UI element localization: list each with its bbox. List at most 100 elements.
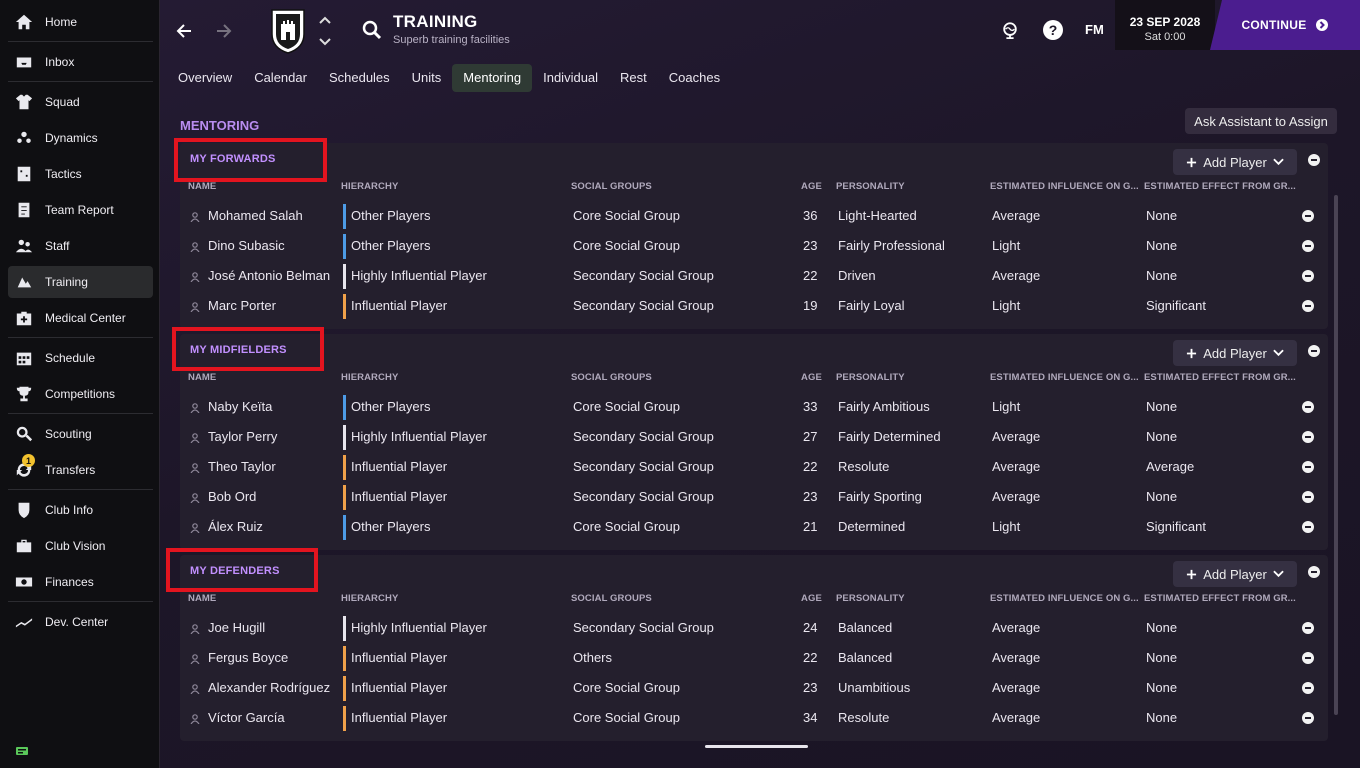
cell-name[interactable]: Bob Ord xyxy=(208,489,256,504)
sidebar-item-dev-center[interactable]: Dev. Center xyxy=(8,606,153,638)
table-row[interactable]: Alexander Rodríguez Influential Player Cor… xyxy=(180,673,1328,703)
sidebar-item-competitions[interactable]: Competitions xyxy=(8,378,153,410)
world-button[interactable] xyxy=(998,18,1022,42)
sidebar-item-inbox[interactable]: Inbox xyxy=(8,46,153,78)
table-row[interactable]: Taylor Perry Highly Influential Player Sec… xyxy=(180,422,1328,452)
tab-rest[interactable]: Rest xyxy=(609,64,658,92)
remove-player-icon[interactable] xyxy=(1302,461,1314,473)
cell-name[interactable]: Mohamed Salah xyxy=(208,208,303,223)
remove-player-icon[interactable] xyxy=(1302,401,1314,413)
table-row[interactable]: Víctor García Influential Player Core Soci… xyxy=(180,703,1328,733)
column-header-social[interactable]: SOCIAL GROUPS xyxy=(571,593,652,604)
column-header-hierarchy[interactable]: HIERARCHY xyxy=(341,372,398,383)
table-row[interactable]: Naby Keïta Other Players Core Social Group… xyxy=(180,392,1328,422)
tab-overview[interactable]: Overview xyxy=(178,64,243,92)
table-row[interactable]: Bob Ord Influential Player Secondary Socia… xyxy=(180,482,1328,512)
sidebar-item-training[interactable]: Training xyxy=(8,266,153,298)
cell-name[interactable]: José Antonio Belman xyxy=(208,268,330,283)
table-row[interactable]: Joe Hugill Highly Influential Player Secon… xyxy=(180,613,1328,643)
remove-player-icon[interactable] xyxy=(1302,240,1314,252)
ask-assistant-button[interactable]: Ask Assistant to Assign xyxy=(1185,108,1337,134)
remove-player-icon[interactable] xyxy=(1302,682,1314,694)
remove-player-icon[interactable] xyxy=(1302,622,1314,634)
sidebar-item-medical-center[interactable]: Medical Center xyxy=(8,302,153,334)
sidebar-item-schedule[interactable]: Schedule xyxy=(8,342,153,374)
add-player-button[interactable]: Add Player xyxy=(1173,340,1297,366)
column-header-influence[interactable]: ESTIMATED INFLUENCE ON G... xyxy=(990,372,1139,383)
table-row[interactable]: Dino Subasic Other Players Core Social Gro… xyxy=(180,231,1328,261)
remove-player-icon[interactable] xyxy=(1302,300,1314,312)
cell-name[interactable]: Naby Keïta xyxy=(208,399,272,414)
table-row[interactable]: Marc Porter Influential Player Secondary S… xyxy=(180,291,1328,321)
sidebar-item-tactics[interactable]: Tactics xyxy=(8,158,153,190)
column-header-personality[interactable]: PERSONALITY xyxy=(836,593,905,604)
collapse-group-icon[interactable] xyxy=(1308,566,1320,578)
sidebar-item-transfers[interactable]: 1 Transfers xyxy=(8,454,153,486)
remove-player-icon[interactable] xyxy=(1302,431,1314,443)
remove-player-icon[interactable] xyxy=(1302,491,1314,503)
column-header-influence[interactable]: ESTIMATED INFLUENCE ON G... xyxy=(990,181,1139,192)
column-header-hierarchy[interactable]: HIERARCHY xyxy=(341,593,398,604)
tab-coaches[interactable]: Coaches xyxy=(658,64,731,92)
back-button[interactable] xyxy=(171,18,197,44)
cell-name[interactable]: Marc Porter xyxy=(208,298,276,313)
sidebar-item-home[interactable]: Home xyxy=(8,6,153,38)
column-header-social[interactable]: SOCIAL GROUPS xyxy=(571,181,652,192)
column-header-social[interactable]: SOCIAL GROUPS xyxy=(571,372,652,383)
sidebar-item-club-vision[interactable]: Club Vision xyxy=(8,530,153,562)
table-row[interactable]: Mohamed Salah Other Players Core Social Gr… xyxy=(180,201,1328,231)
column-header-effect[interactable]: ESTIMATED EFFECT FROM GR... xyxy=(1144,372,1296,383)
cell-name[interactable]: Fergus Boyce xyxy=(208,650,288,665)
help-button[interactable]: ? xyxy=(1041,18,1065,42)
remove-player-icon[interactable] xyxy=(1302,210,1314,222)
collapse-group-icon[interactable] xyxy=(1308,154,1320,166)
sidebar-item-scouting[interactable]: Scouting xyxy=(8,418,153,450)
add-player-button[interactable]: Add Player xyxy=(1173,149,1297,175)
column-header-effect[interactable]: ESTIMATED EFFECT FROM GR... xyxy=(1144,593,1296,604)
sidebar-item-squad[interactable]: Squad xyxy=(8,86,153,118)
collapse-group-icon[interactable] xyxy=(1308,345,1320,357)
cell-name[interactable]: Dino Subasic xyxy=(208,238,285,253)
sidebar-item-club-info[interactable]: Club Info xyxy=(8,494,153,526)
cell-name[interactable]: Víctor García xyxy=(208,710,285,725)
table-row[interactable]: José Antonio Belman Highly Influential Pl… xyxy=(180,261,1328,291)
tab-individual[interactable]: Individual xyxy=(532,64,609,92)
sidebar-item-team-report[interactable]: Team Report xyxy=(8,194,153,226)
sidebar-item-finances[interactable]: Finances xyxy=(8,566,153,598)
continue-button[interactable]: CONTINUE xyxy=(1210,0,1360,50)
sidebar-item-staff[interactable]: Staff xyxy=(8,230,153,262)
table-row[interactable]: Theo Taylor Influential Player Secondary S… xyxy=(180,452,1328,482)
scroll-indicator[interactable] xyxy=(705,745,808,748)
tab-calendar[interactable]: Calendar xyxy=(243,64,318,92)
column-header-name[interactable]: NAME xyxy=(188,593,216,604)
table-row[interactable]: Álex Ruiz Other Players Core Social Group 2… xyxy=(180,512,1328,542)
column-header-name[interactable]: NAME xyxy=(188,372,216,383)
column-header-age[interactable]: AGE xyxy=(801,372,822,383)
remove-player-icon[interactable] xyxy=(1302,521,1314,533)
column-header-influence[interactable]: ESTIMATED INFLUENCE ON G... xyxy=(990,593,1139,604)
column-header-age[interactable]: AGE xyxy=(801,593,822,604)
fm-menu-button[interactable]: FM xyxy=(1085,22,1104,37)
scrollbar[interactable] xyxy=(1334,195,1338,715)
cell-name[interactable]: Theo Taylor xyxy=(208,459,276,474)
cell-name[interactable]: Álex Ruiz xyxy=(208,519,263,534)
column-header-age[interactable]: AGE xyxy=(801,181,822,192)
column-header-personality[interactable]: PERSONALITY xyxy=(836,372,905,383)
add-player-button[interactable]: Add Player xyxy=(1173,561,1297,587)
club-crest-logo[interactable] xyxy=(270,8,306,54)
forward-button[interactable] xyxy=(211,18,237,44)
cell-name[interactable]: Alexander Rodríguez xyxy=(208,680,330,695)
remove-player-icon[interactable] xyxy=(1302,652,1314,664)
cell-name[interactable]: Taylor Perry xyxy=(208,429,277,444)
keyboard-icon[interactable] xyxy=(16,746,28,756)
column-header-effect[interactable]: ESTIMATED EFFECT FROM GR... xyxy=(1144,181,1296,192)
tab-mentoring[interactable]: Mentoring xyxy=(452,64,533,92)
column-header-hierarchy[interactable]: HIERARCHY xyxy=(341,181,398,192)
remove-player-icon[interactable] xyxy=(1302,712,1314,724)
search-icon[interactable] xyxy=(361,19,383,41)
cell-name[interactable]: Joe Hugill xyxy=(208,620,265,635)
column-header-name[interactable]: NAME xyxy=(188,181,216,192)
remove-player-icon[interactable] xyxy=(1302,270,1314,282)
tab-schedules[interactable]: Schedules xyxy=(318,64,401,92)
column-header-personality[interactable]: PERSONALITY xyxy=(836,181,905,192)
